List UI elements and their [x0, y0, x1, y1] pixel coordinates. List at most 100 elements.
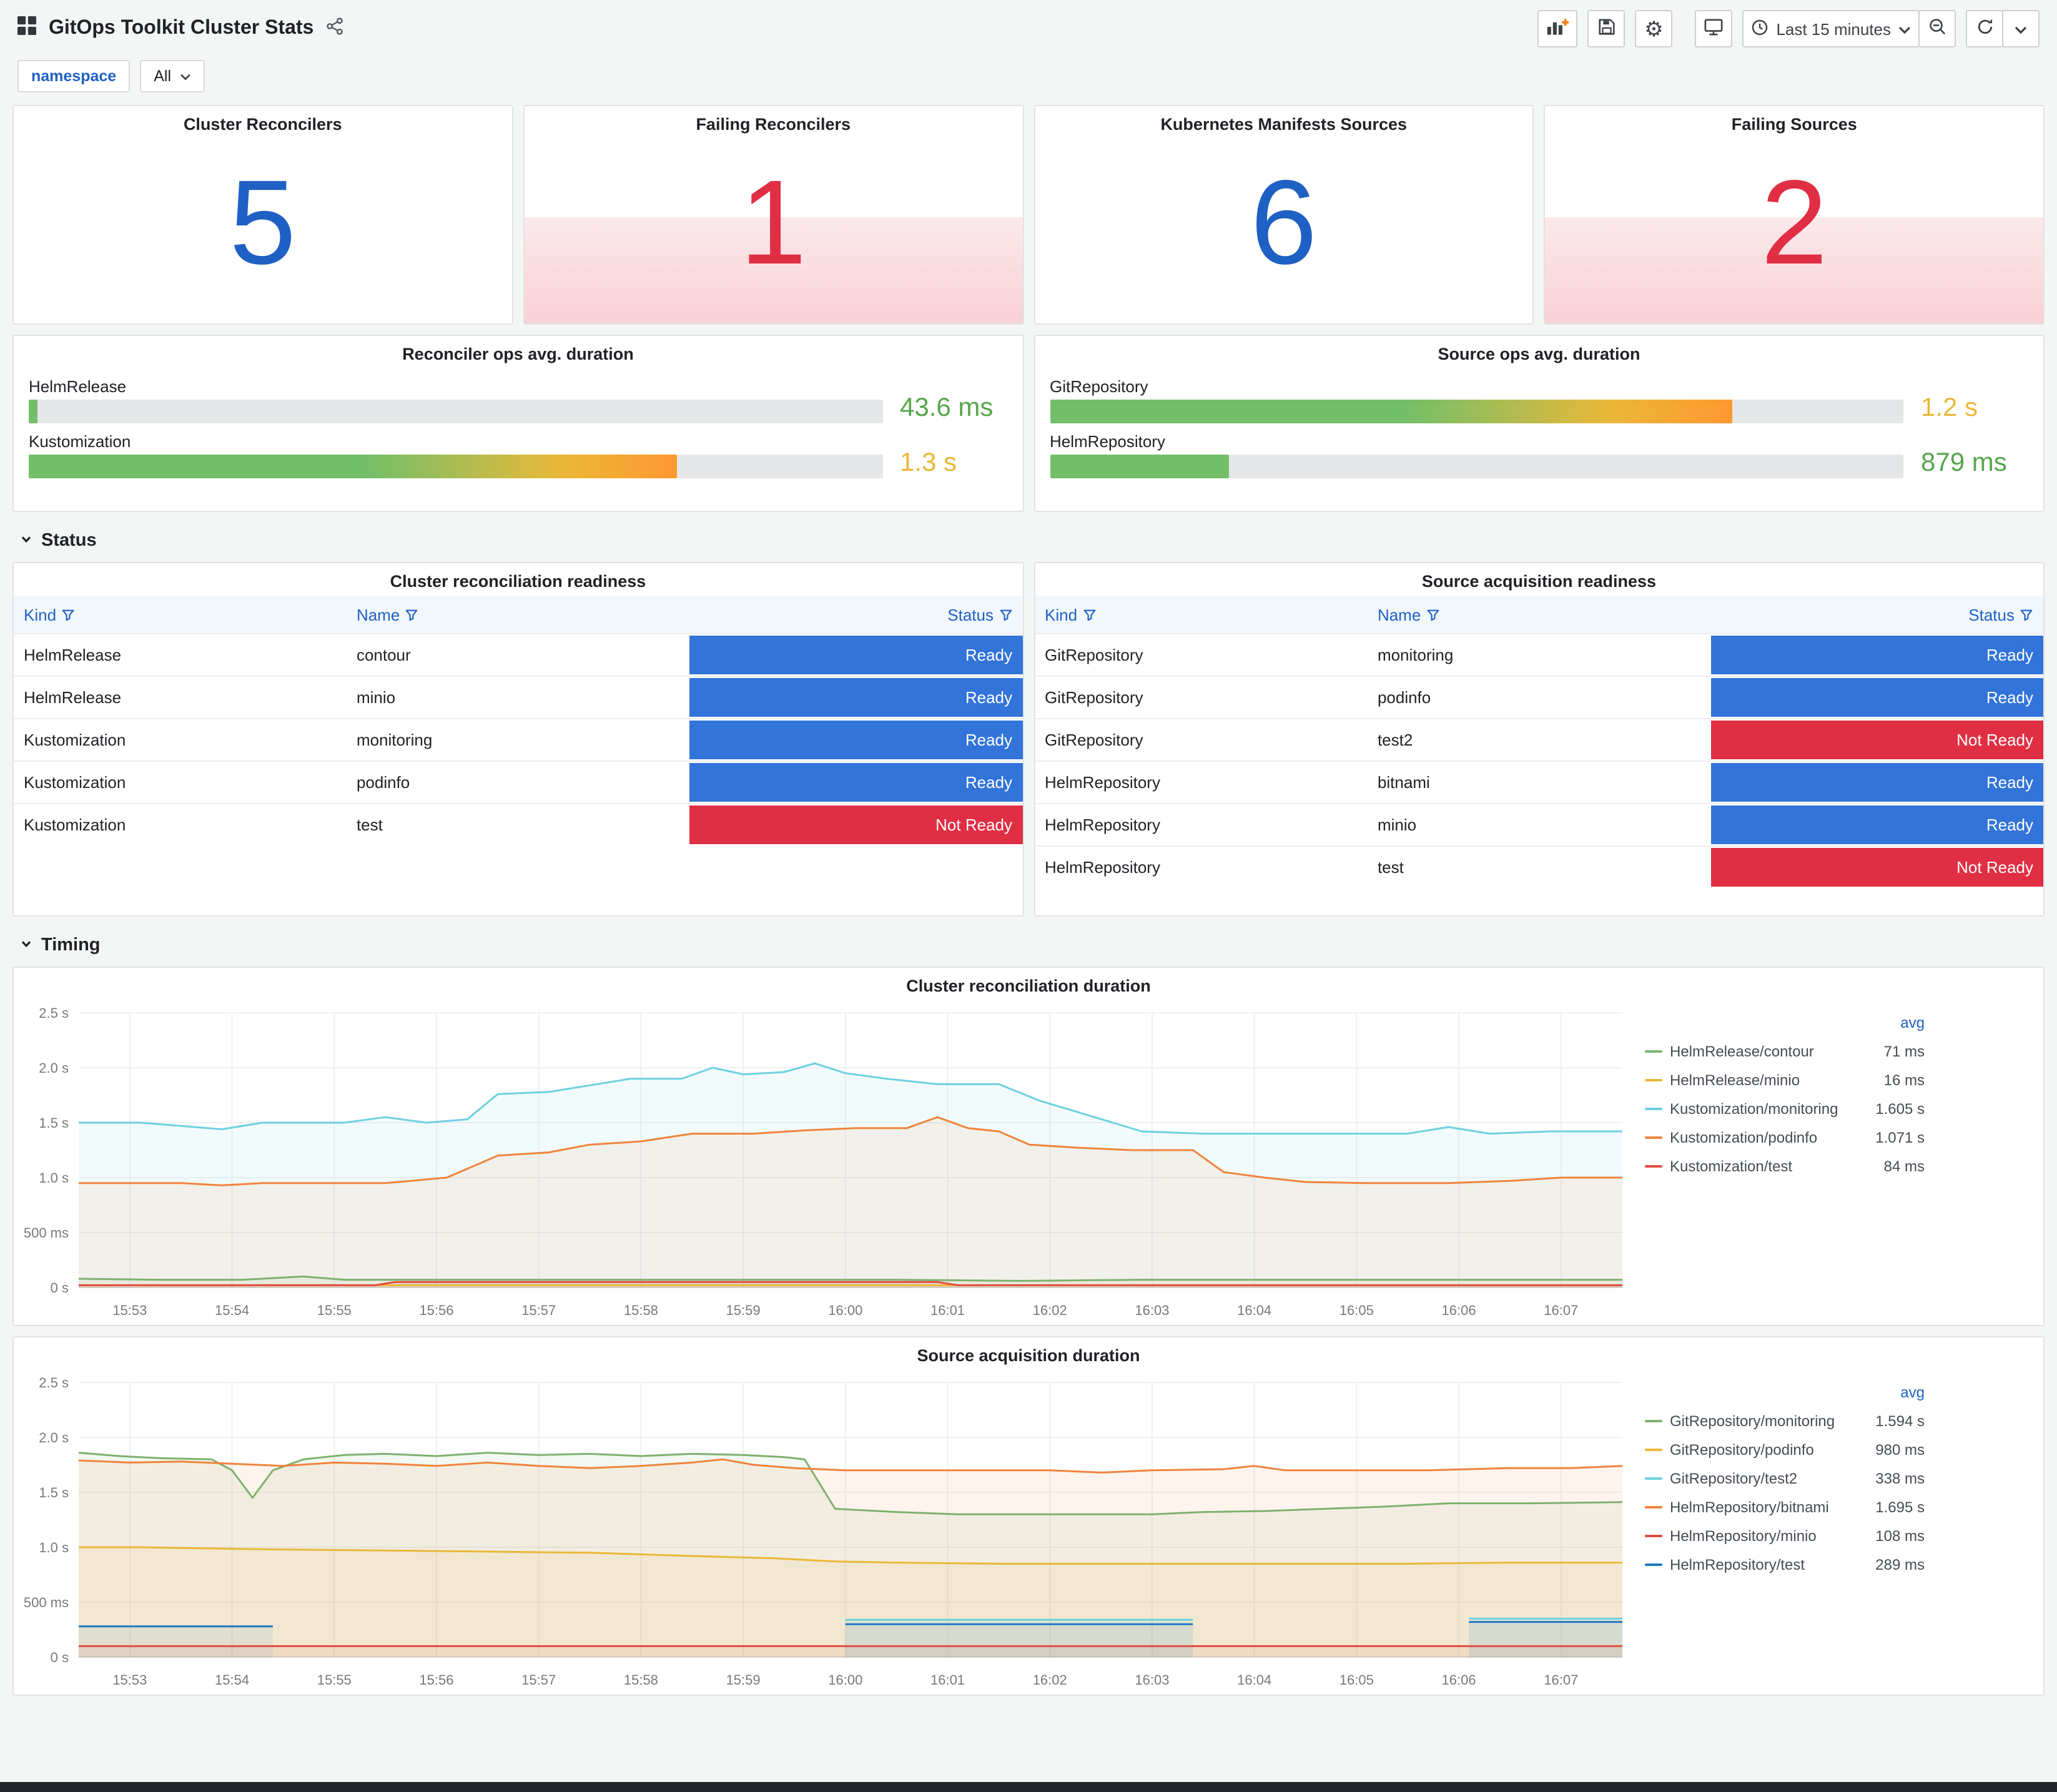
cell-name: minio	[1367, 803, 1711, 847]
panel-title[interactable]: Source acquisition duration	[14, 1337, 2043, 1370]
legend-item[interactable]: Kustomization/monitoring 1.605 s	[1645, 1094, 1925, 1123]
cell-status: Ready	[1710, 803, 2043, 847]
stats-row: Cluster Reconcilers 5 Failing Reconciler…	[12, 105, 2045, 325]
series-avg-value: 289 ms	[1875, 1555, 1925, 1573]
table-row: GitRepository monitoring Ready	[1035, 633, 2043, 677]
gauge-track	[1050, 455, 1903, 478]
dashboard-grid-icon[interactable]	[17, 16, 36, 41]
panel-title[interactable]: Failing Reconcilers	[525, 106, 1023, 139]
column-header-name[interactable]: Name	[346, 596, 690, 634]
legend-item[interactable]: Kustomization/test 84 ms	[1645, 1151, 1925, 1180]
series-avg-value: 1.594 s	[1875, 1412, 1925, 1429]
column-header-name[interactable]: Name	[1367, 596, 1711, 634]
cycle-view-button[interactable]	[1695, 10, 1733, 47]
cell-status: Ready	[689, 633, 1022, 677]
series-color-swatch	[1645, 1419, 1662, 1422]
panel-source-acquisition-readiness: Source acquisition readiness Kind Name Sta…	[1033, 562, 2045, 917]
tables-row: Cluster reconciliation readiness Kind Nam…	[12, 562, 2045, 917]
table-row: Kustomization test Not Ready	[14, 803, 1022, 846]
filter-icon[interactable]	[1082, 608, 1096, 622]
time-series-plot[interactable]: 15:53 15:54 15:55 15:56 15:57 15:58 15:59 16:00…	[19, 1000, 1630, 1322]
panel-title[interactable]: Kubernetes Manifests Sources	[1035, 106, 1533, 139]
panel-title[interactable]: Source ops avg. duration	[1050, 336, 2028, 368]
filter-icon[interactable]	[1426, 608, 1439, 622]
series-avg-value: 84 ms	[1883, 1157, 1925, 1174]
refresh-button[interactable]	[1966, 10, 2003, 47]
panel-title[interactable]: Cluster reconciliation readiness	[14, 563, 1022, 596]
top-bar: GitOps Toolkit Cluster Stats ⚙ Last 15 m…	[0, 0, 2057, 57]
cell-name: test	[346, 803, 690, 846]
filter-icon[interactable]	[405, 608, 418, 622]
legend-item[interactable]: HelmRepository/test 289 ms	[1645, 1550, 1925, 1578]
cell-kind: HelmRelease	[14, 633, 347, 677]
gauge-value: 1.3 s	[900, 448, 957, 477]
stat-value: 2	[1760, 156, 1828, 290]
legend-item[interactable]: HelmRepository/minio 108 ms	[1645, 1521, 1925, 1550]
series-avg-value: 16 ms	[1883, 1071, 1925, 1088]
chart-legend: avg HelmRelease/contour 71 ms HelmRelease/m…	[1630, 1000, 2005, 1322]
svg-text:15:57: 15:57	[521, 1302, 556, 1318]
panel-title[interactable]: Source acquisition readiness	[1035, 563, 2043, 596]
legend-item[interactable]: HelmRelease/minio 16 ms	[1645, 1065, 1925, 1094]
variable-namespace-value-dropdown[interactable]: All	[140, 60, 205, 92]
filter-icon[interactable]	[2020, 608, 2033, 622]
series-name: HelmRelease/contour	[1670, 1042, 1814, 1060]
svg-text:15:57: 15:57	[521, 1672, 556, 1688]
panel-title[interactable]: Failing Sources	[1546, 106, 2044, 139]
time-series-plot[interactable]: 15:53 15:54 15:55 15:56 15:57 15:58 15:59 16:00…	[19, 1370, 1630, 1692]
table-row: HelmRepository test Not Ready	[1035, 845, 2043, 889]
panel-title[interactable]: Cluster Reconcilers	[14, 106, 512, 139]
cell-kind: Kustomization	[14, 803, 347, 846]
save-dashboard-button[interactable]	[1587, 10, 1625, 47]
legend-item[interactable]: GitRepository/podinfo 980 ms	[1645, 1435, 1925, 1464]
column-header-status[interactable]: Status	[1710, 596, 2043, 634]
cell-kind: HelmRepository	[1035, 803, 1368, 847]
series-color-swatch	[1645, 1164, 1662, 1167]
svg-text:15:56: 15:56	[419, 1302, 453, 1318]
legend-item[interactable]: GitRepository/test2 338 ms	[1645, 1464, 1925, 1492]
series-avg-value: 108 ms	[1875, 1527, 1925, 1544]
dashboard-settings-button[interactable]: ⚙	[1635, 10, 1673, 47]
cell-kind: Kustomization	[14, 761, 347, 804]
filter-icon[interactable]	[999, 608, 1012, 622]
window-bottom-edge	[0, 1782, 2057, 1792]
status-badge: Ready	[1710, 805, 2043, 845]
add-panel-button[interactable]	[1537, 10, 1578, 47]
status-badge: Ready	[689, 721, 1022, 760]
table-row: HelmRepository bitnami Ready	[1035, 761, 2043, 804]
legend-header[interactable]: avg	[1645, 1377, 1925, 1406]
filter-icon[interactable]	[61, 608, 75, 622]
series-avg-value: 1.695 s	[1875, 1498, 1925, 1515]
section-status[interactable]: Status	[0, 522, 2057, 562]
section-timing-label: Timing	[41, 935, 101, 955]
legend-header[interactable]: avg	[1645, 1008, 1925, 1036]
gauge-row: Kustomization 1.3 s	[29, 432, 1007, 478]
gauge-fill	[29, 455, 678, 478]
legend-item[interactable]: Kustomization/podinfo 1.071 s	[1645, 1123, 1925, 1151]
column-header-kind[interactable]: Kind	[1035, 596, 1368, 634]
cell-kind: Kustomization	[14, 718, 347, 762]
column-header-kind[interactable]: Kind	[14, 596, 347, 634]
share-icon[interactable]	[326, 17, 343, 41]
gauge-fill	[29, 400, 37, 423]
chevron-down-icon	[2015, 19, 2027, 38]
cell-name: podinfo	[1367, 676, 1711, 719]
refresh-interval-dropdown[interactable]	[2002, 10, 2040, 47]
column-header-status[interactable]: Status	[689, 596, 1022, 634]
dashboard-title: GitOps Toolkit Cluster Stats	[49, 17, 314, 39]
chevron-down-icon	[20, 531, 32, 551]
time-range-picker[interactable]: Last 15 minutes	[1742, 10, 1920, 47]
legend-item[interactable]: HelmRelease/contour 71 ms	[1645, 1036, 1925, 1065]
legend-item[interactable]: HelmRepository/bitnami 1.695 s	[1645, 1492, 1925, 1521]
table-row: HelmRelease contour Ready	[14, 633, 1022, 677]
series-avg-value: 71 ms	[1883, 1042, 1925, 1060]
gauge-fill	[1050, 455, 1230, 478]
legend-item[interactable]: GitRepository/monitoring 1.594 s	[1645, 1406, 1925, 1435]
cell-status: Not Ready	[689, 803, 1022, 846]
panel-title[interactable]: Reconciler ops avg. duration	[29, 336, 1007, 368]
panel-cluster-reconcilers: Cluster Reconcilers 5	[12, 105, 513, 325]
section-timing[interactable]: Timing	[0, 927, 2057, 967]
dashboard: GitOps Toolkit Cluster Stats ⚙ Last 15 m…	[0, 0, 2057, 1792]
zoom-out-time-button[interactable]	[1918, 10, 1956, 47]
panel-title[interactable]: Cluster reconciliation duration	[14, 968, 2043, 1000]
